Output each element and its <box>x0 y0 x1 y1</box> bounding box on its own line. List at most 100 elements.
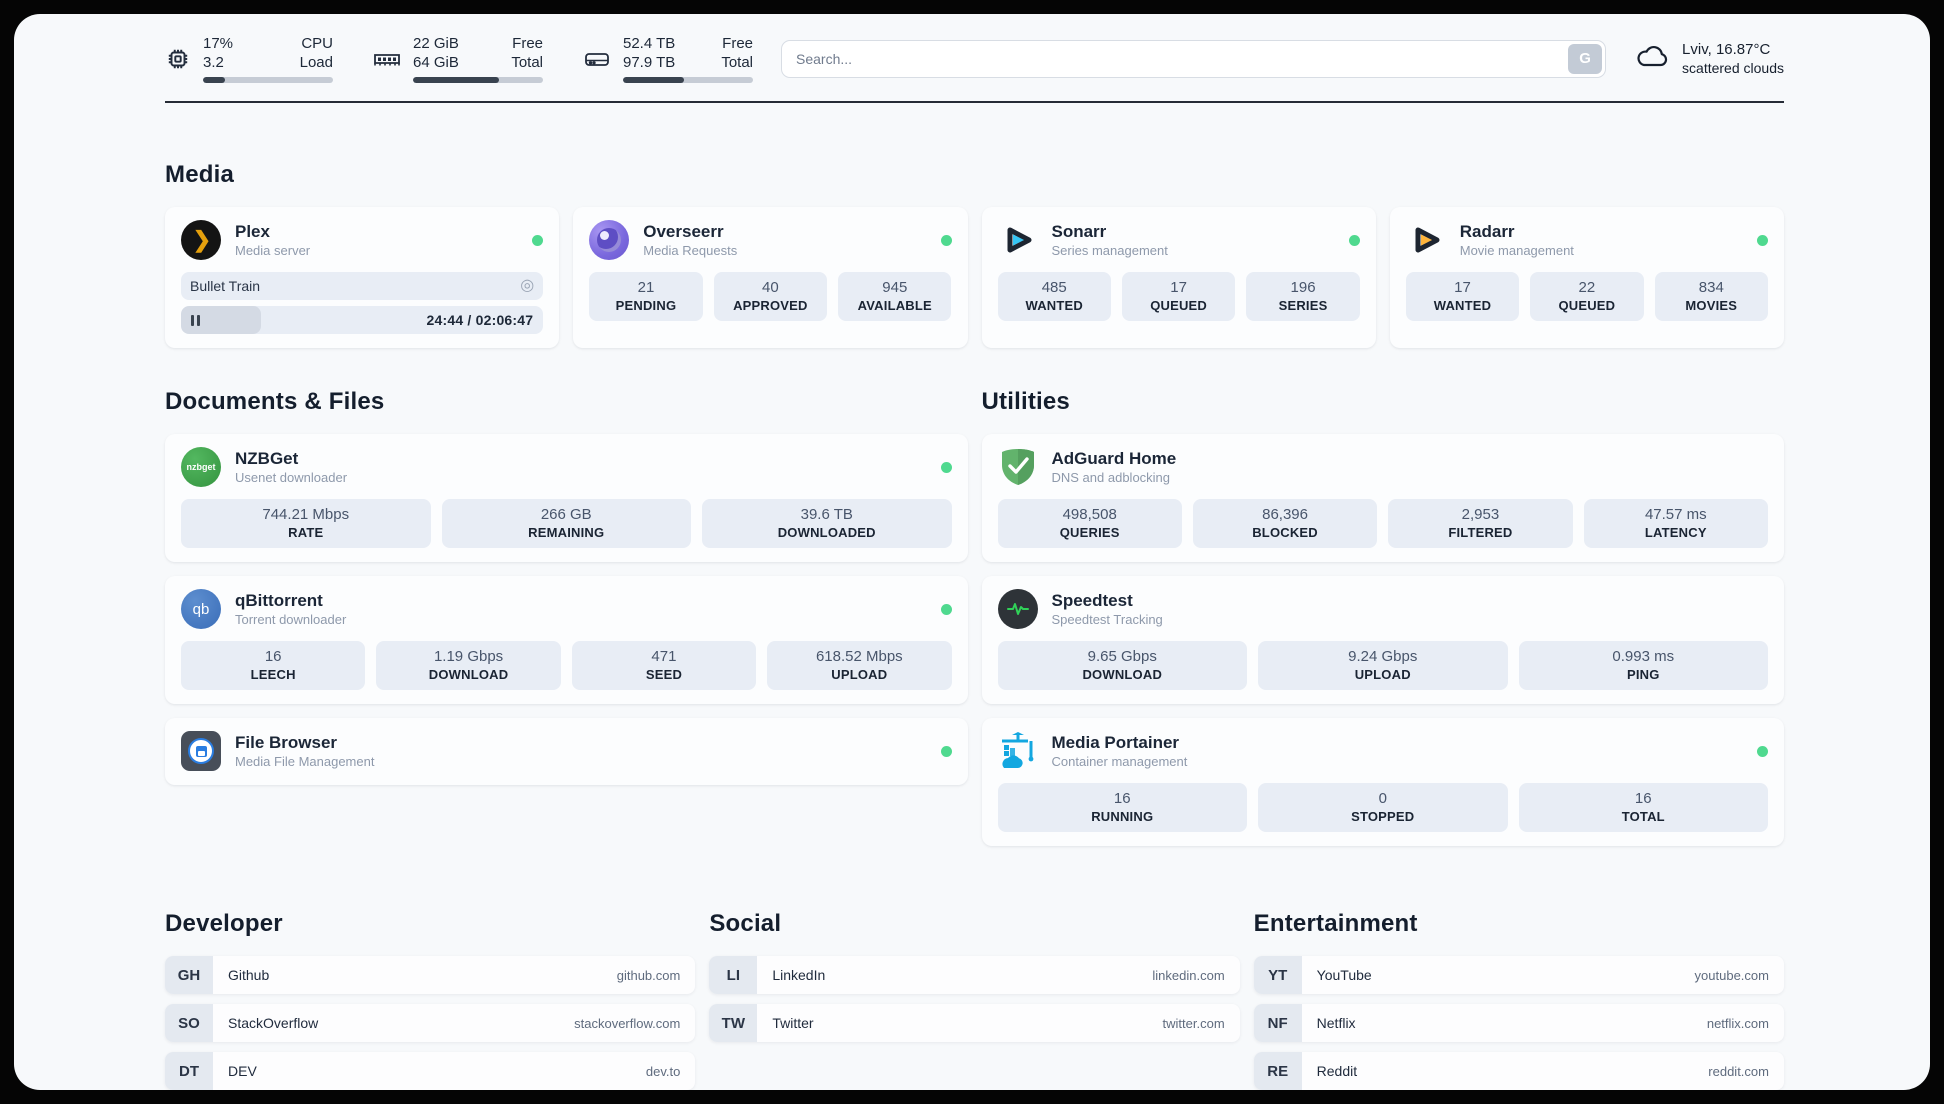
app-name: Radarr <box>1459 222 1515 241</box>
disk-stat: 52.4 TB 97.9 TB Free Total <box>583 34 753 83</box>
stat-series: 196 SERIES <box>1246 272 1360 321</box>
stat-filtered: 2,953 FILTERED <box>1388 499 1573 548</box>
app-card-portainer[interactable]: Media Portainer Container management 16 … <box>981 718 1784 846</box>
plex-icon: ❯ <box>181 220 221 260</box>
status-dot-online <box>940 745 952 757</box>
stat-queued: 22 QUEUED <box>1530 272 1644 321</box>
section-title-social: Social <box>709 910 782 937</box>
search-engine-button[interactable]: G <box>1568 43 1603 74</box>
link-stackoverflow[interactable]: SO StackOverflow stackoverflow.com <box>165 1004 696 1042</box>
ram-free-label: Free <box>512 35 543 52</box>
stat-ping: 0.993 ms PING <box>1518 641 1768 690</box>
link-netflix[interactable]: NF Netflix netflix.com <box>1253 1004 1784 1042</box>
app-subtitle: Torrent downloader <box>235 612 347 627</box>
overseerr-icon <box>589 220 630 260</box>
disk-total-value: 97.9 TB <box>623 54 676 71</box>
app-subtitle: Media server <box>235 243 311 258</box>
stat-stopped: 0 STOPPED <box>1258 783 1508 832</box>
stat-rate: 744.21 Mbps RATE <box>181 499 431 548</box>
stat-remaining: 266 GB REMAINING <box>441 499 691 548</box>
app-card-radarr[interactable]: Radarr Movie management 17 WANTED 22 QUE… <box>1389 207 1784 348</box>
section-title-entertainment: Entertainment <box>1253 910 1418 937</box>
stat-running: 16 RUNNING <box>997 783 1247 832</box>
stat-movies: 834 MOVIES <box>1654 272 1768 321</box>
stat-upload: 618.52 Mbps UPLOAD <box>767 641 952 690</box>
link-badge: RE <box>1253 1052 1302 1090</box>
section-title-documents: Documents & Files <box>165 388 385 415</box>
weather-condition: scattered clouds <box>1682 59 1784 76</box>
stat-download: 1.19 Gbps DOWNLOAD <box>376 641 561 690</box>
link-badge: GH <box>165 956 213 994</box>
app-name: Media Portainer <box>1051 733 1180 752</box>
stat-blocked: 86,396 BLOCKED <box>1192 499 1378 548</box>
status-dot-online <box>940 461 952 473</box>
status-dot-online <box>940 234 952 246</box>
speedtest-icon <box>997 589 1038 629</box>
stat-pending: 21 PENDING <box>589 272 703 321</box>
link-reddit[interactable]: RE Reddit reddit.com <box>1253 1052 1784 1090</box>
link-badge: NF <box>1253 1004 1302 1042</box>
stat-approved: 40 APPROVED <box>713 272 828 321</box>
link-badge: TW <box>709 1004 758 1042</box>
link-dev[interactable]: DT DEV dev.to <box>165 1052 696 1090</box>
app-card-qbittorrent[interactable]: qb qBittorrent Torrent downloader 16 LEE… <box>165 576 968 704</box>
app-subtitle: Container management <box>1051 754 1188 769</box>
now-playing-row: Bullet Train ◎ <box>181 272 544 300</box>
app-card-nzbget[interactable]: nzbget NZBGet Usenet downloader 744.21 M… <box>165 434 968 562</box>
disk-free-label: Free <box>722 35 753 52</box>
stat-available: 945 AVAILABLE <box>838 272 952 321</box>
adguard-icon <box>998 447 1038 487</box>
link-badge: LI <box>709 956 758 994</box>
cloud-icon <box>1634 41 1670 76</box>
weather-location-temp: Lviv, 16.87°C <box>1682 40 1771 58</box>
link-badge: YT <box>1253 956 1302 994</box>
stat-total: 16 TOTAL <box>1518 783 1768 832</box>
link-linkedin[interactable]: LI LinkedIn linkedin.com <box>709 956 1240 994</box>
app-name: qBittorrent <box>235 591 323 610</box>
stat-leech: 16 LEECH <box>181 641 366 690</box>
link-youtube[interactable]: YT YouTube youtube.com <box>1253 956 1784 994</box>
cpu-stat: 17% 3.2 CPU Load <box>165 34 333 83</box>
app-card-sonarr[interactable]: Sonarr Series management 485 WANTED 17 Q… <box>981 207 1376 348</box>
now-playing-title: Bullet Train <box>190 278 261 294</box>
link-github[interactable]: GH Github github.com <box>165 956 696 994</box>
cpu-label: CPU <box>301 35 333 52</box>
stat-queued: 17 QUEUED <box>1121 272 1236 321</box>
status-dot-online <box>940 603 952 615</box>
app-name: Plex <box>235 222 270 241</box>
cpu-usage-value: 17% <box>203 35 234 52</box>
app-subtitle: Media Requests <box>643 243 738 258</box>
app-name: AdGuard Home <box>1051 449 1177 468</box>
section-title-utilities: Utilities <box>981 388 1070 415</box>
link-badge: SO <box>165 1004 213 1042</box>
stat-wanted: 485 WANTED <box>997 272 1111 321</box>
stat-downloaded: 39.6 TB DOWNLOADED <box>702 499 952 548</box>
app-subtitle: Movie management <box>1459 243 1574 258</box>
app-subtitle: Usenet downloader <box>235 470 348 485</box>
app-subtitle: Media File Management <box>235 754 375 769</box>
weather-widget[interactable]: Lviv, 16.87°C scattered clouds <box>1634 40 1784 78</box>
pause-icon[interactable] <box>191 314 200 326</box>
ram-free-value: 22 GiB <box>413 35 459 52</box>
app-card-plex[interactable]: ❯ Plex Media server Bullet Train ◎ 24:44… <box>165 207 560 348</box>
app-card-filebrowser[interactable]: File Browser Media File Management <box>165 718 968 785</box>
ram-progress-bar <box>413 77 543 83</box>
app-name: Overseerr <box>643 222 724 241</box>
app-card-adguard[interactable]: AdGuard Home DNS and adblocking 498,508 … <box>981 434 1784 562</box>
app-subtitle: Series management <box>1051 243 1168 258</box>
link-twitter[interactable]: TW Twitter twitter.com <box>709 1004 1240 1042</box>
stat-download: 9.65 Gbps DOWNLOAD <box>997 641 1247 690</box>
cpu-progress-bar <box>203 77 333 83</box>
search-input[interactable] <box>796 50 1569 67</box>
session-target-icon: ◎ <box>520 277 535 294</box>
sonarr-icon <box>998 220 1038 260</box>
section-title-media: Media <box>165 161 235 188</box>
app-card-speedtest[interactable]: Speedtest Speedtest Tracking 9.65 Gbps D… <box>981 576 1784 704</box>
ram-total-label: Total <box>511 54 543 71</box>
app-card-overseerr[interactable]: Overseerr Media Requests 21 PENDING 40 A… <box>573 207 968 348</box>
disk-total-label: Total <box>721 54 753 71</box>
ram-icon <box>373 46 401 72</box>
ram-stat: 22 GiB 64 GiB Free Total <box>373 34 543 83</box>
top-bar: 17% 3.2 CPU Load 22 GiB 64 GiB Free Tota… <box>165 34 1784 83</box>
status-dot-online <box>532 234 544 246</box>
